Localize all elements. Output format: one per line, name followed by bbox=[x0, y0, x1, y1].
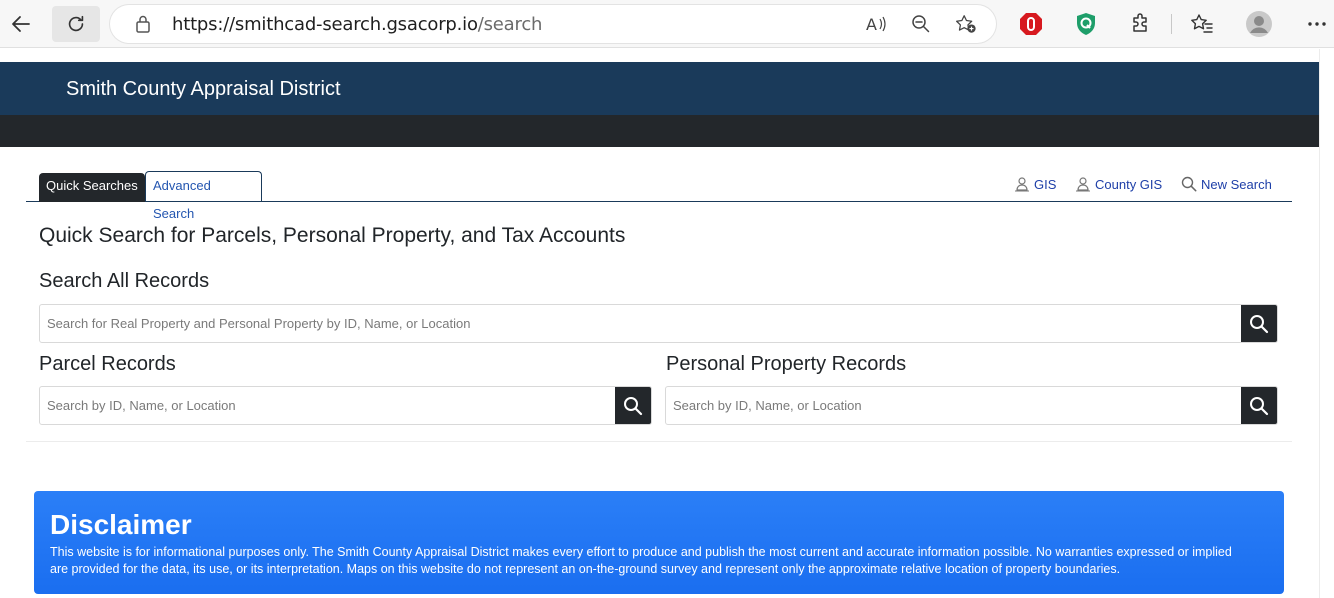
address-bar[interactable]: https://smithcad-search.gsacorp.io/searc… bbox=[110, 5, 996, 43]
back-button[interactable] bbox=[3, 6, 39, 42]
zoom-out-icon[interactable] bbox=[910, 13, 932, 35]
extensions-puzzle-icon[interactable] bbox=[1127, 10, 1155, 38]
lock-icon[interactable] bbox=[134, 14, 152, 39]
page-heading: Quick Search for Parcels, Personal Prope… bbox=[39, 224, 626, 247]
search-icon bbox=[1181, 176, 1197, 192]
person-pin-icon bbox=[1015, 177, 1029, 192]
all-records-search-button[interactable] bbox=[1241, 305, 1277, 342]
toolbar-separator bbox=[1171, 14, 1172, 34]
section-divider bbox=[26, 441, 1292, 442]
tab-quick-searches[interactable]: Quick Searches bbox=[39, 173, 145, 202]
add-favorite-icon[interactable] bbox=[955, 13, 977, 35]
parcel-search-input[interactable] bbox=[40, 387, 614, 424]
refresh-icon bbox=[68, 15, 84, 32]
svg-text:A: A bbox=[866, 15, 877, 34]
parcel-records-heading: Parcel Records bbox=[39, 353, 176, 375]
more-options-icon[interactable] bbox=[1303, 10, 1331, 38]
read-aloud-icon[interactable]: A bbox=[866, 13, 888, 35]
search-tabs: Quick Searches Advanced Search GIS Count… bbox=[26, 171, 1292, 221]
new-search-link-label: New Search bbox=[1201, 176, 1272, 192]
disclaimer-title: Disclaimer bbox=[50, 509, 192, 540]
personal-property-search-button[interactable] bbox=[1241, 387, 1277, 424]
all-records-heading: Search All Records bbox=[39, 270, 210, 292]
person-pin-icon bbox=[1076, 177, 1090, 192]
page-scrollbar[interactable] bbox=[1319, 49, 1334, 598]
refresh-button[interactable] bbox=[52, 6, 100, 42]
personal-property-heading: Personal Property Records bbox=[666, 353, 907, 375]
parcel-search-button[interactable] bbox=[615, 387, 651, 424]
disclaimer-text: This website is for informational purpos… bbox=[50, 545, 1232, 576]
tab-advanced-search[interactable]: Advanced Search bbox=[145, 171, 262, 221]
all-records-search-input[interactable] bbox=[40, 305, 1240, 342]
disclaimer-box: Disclaimer This website is for informati… bbox=[34, 491, 1284, 594]
page-content: Smith County Appraisal District Quick Se… bbox=[0, 49, 1334, 598]
url-text[interactable]: https://smithcad-search.gsacorp.io/searc… bbox=[172, 14, 542, 35]
url-host: https://smithcad-search.gsacorp.io bbox=[172, 14, 478, 35]
favorites-icon[interactable] bbox=[1188, 10, 1216, 38]
adblock-extension-icon[interactable] bbox=[1017, 10, 1045, 38]
gis-link[interactable]: GIS bbox=[1014, 176, 1056, 192]
url-path: /search bbox=[477, 14, 543, 35]
personal-property-search-group bbox=[665, 386, 1278, 425]
new-search-link[interactable]: New Search bbox=[1181, 176, 1272, 192]
gis-link-label: GIS bbox=[1034, 176, 1057, 192]
arrow-left-icon bbox=[12, 16, 30, 32]
search-icon bbox=[1250, 396, 1269, 415]
search-icon bbox=[624, 396, 643, 415]
shield-extension-icon[interactable] bbox=[1072, 10, 1100, 38]
profile-avatar-icon[interactable] bbox=[1245, 10, 1273, 38]
county-gis-link-label: County GIS bbox=[1095, 176, 1163, 192]
personal-property-search-input[interactable] bbox=[666, 387, 1240, 424]
all-records-search-group bbox=[39, 304, 1278, 343]
site-title[interactable]: Smith County Appraisal District bbox=[66, 78, 341, 101]
browser-toolbar: https://smithcad-search.gsacorp.io/searc… bbox=[0, 0, 1334, 48]
search-icon bbox=[1250, 314, 1269, 333]
site-navbar bbox=[0, 115, 1319, 147]
site-header: Smith County Appraisal District bbox=[0, 62, 1319, 115]
parcel-search-group bbox=[39, 386, 652, 425]
county-gis-link[interactable]: County GIS bbox=[1075, 176, 1162, 192]
